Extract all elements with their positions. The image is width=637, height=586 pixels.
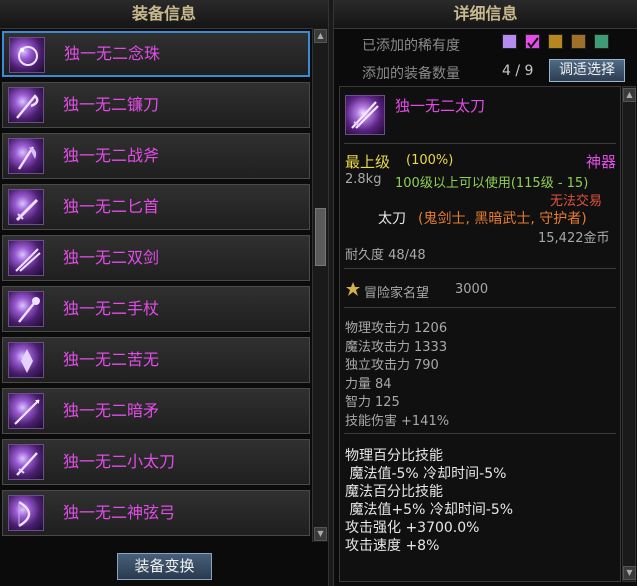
- effect-line: 攻击速度 +8%: [345, 538, 440, 554]
- list-item[interactable]: 独一无二小太刀: [2, 439, 310, 485]
- weapon-icon: [8, 189, 44, 225]
- list-item-label: 独一无二小太刀: [63, 452, 176, 471]
- added-count-value: 4 / 9: [502, 63, 534, 79]
- stat-name: 技能伤害: [345, 413, 398, 429]
- stat-value: 1206: [414, 321, 448, 336]
- weapon-icon: [8, 87, 44, 123]
- stat-value: 84: [375, 376, 392, 392]
- item-detail-tooltip: 独一无二太刀 最上级 (100%) 神器 2.8kg 100级以上可以使用(11…: [339, 86, 621, 582]
- stat-line: 力量 84: [345, 373, 449, 392]
- stat-line: 魔法攻击力 1333: [345, 336, 449, 355]
- detail-info-title: 详细信息: [334, 0, 637, 29]
- detail-scroll-up-icon[interactable]: ▲: [623, 88, 636, 102]
- weapon-icon: [8, 291, 44, 327]
- item-grade: 最上级: [345, 153, 391, 171]
- scroll-up-icon[interactable]: ▲: [314, 29, 327, 43]
- rarity-label: 已添加的稀有度: [362, 38, 460, 54]
- detail-scroll-down-icon[interactable]: ▼: [623, 566, 636, 580]
- rarity-swatch[interactable]: [548, 34, 563, 49]
- rarity-filter-row: 已添加的稀有度: [340, 30, 635, 58]
- adjust-selection-button[interactable]: 调适选择: [549, 59, 625, 82]
- list-item-label: 独一无二镰刀: [63, 95, 160, 114]
- list-item[interactable]: 独一无二手杖: [2, 286, 310, 332]
- list-item[interactable]: 独一无二神弦弓: [2, 490, 310, 536]
- list-scrollbar[interactable]: ▲ ▼: [312, 28, 328, 542]
- stat-name: 力量: [345, 376, 372, 392]
- rarity-swatch[interactable]: [502, 34, 517, 49]
- stat-name: 独立攻击力: [345, 358, 411, 373]
- list-item-label: 独一无二神弦弓: [63, 503, 176, 522]
- list-item-label: 独一无二苦无: [63, 350, 160, 369]
- item-classes: (鬼剑士, 黑暗武士, 守护者): [418, 211, 587, 227]
- effect-line: 物理百分比技能: [345, 448, 443, 464]
- item-grade-percent: (100%): [406, 153, 454, 168]
- equipment-info-title: 装备信息: [0, 0, 328, 29]
- list-item-label: 独一无二匕首: [63, 197, 160, 216]
- effect-line: 魔法值-5% 冷却时间-5%: [345, 466, 507, 482]
- item-rarity: 神器: [586, 153, 617, 171]
- list-item[interactable]: 独一无二暗矛: [2, 388, 310, 434]
- item-name: 独一无二太刀: [395, 97, 486, 115]
- stat-line: 智力 125: [345, 391, 449, 410]
- weapon-icon: [9, 37, 45, 73]
- panel-divider: [328, 0, 334, 586]
- list-item[interactable]: 独一无二念珠: [2, 31, 310, 77]
- effect-line: 攻击强化 +3700.0%: [345, 520, 480, 536]
- list-item-label: 独一无二战斧: [63, 146, 160, 165]
- detail-scrollbar[interactable]: ▲ ▼: [622, 86, 636, 582]
- weapon-icon: [8, 240, 44, 276]
- item-weight: 2.8kg: [345, 172, 382, 187]
- item-price: 15,422金币: [538, 231, 610, 246]
- stat-name: 智力: [345, 395, 372, 410]
- stat-value: +141%: [401, 413, 450, 429]
- item-durability: 耐久度 48/48: [345, 248, 426, 263]
- equipment-list: 独一无二念珠 独一无二镰刀 独一无二战斧 独一无二匕首 独一无二双剑 独一无二手杖 独一无二…: [0, 28, 312, 542]
- weapon-icon: [8, 444, 44, 480]
- equipment-swap-button[interactable]: 装备变换: [117, 553, 212, 580]
- item-weapon-type: 太刀: [378, 211, 406, 227]
- effect-line: 魔法值+5% 冷却时间-5%: [345, 502, 514, 518]
- item-stats: 物理攻击力 1206 魔法攻击力 1333 独立攻击力 790 力量 84 智力 125 技能伤害 +…: [345, 317, 449, 429]
- list-item[interactable]: 独一无二苦无: [2, 337, 310, 383]
- weapon-icon: [8, 342, 44, 378]
- separator: [344, 307, 616, 308]
- list-item[interactable]: 独一无二匕首: [2, 184, 310, 230]
- stat-line: 物理攻击力 1206: [345, 317, 449, 336]
- list-item[interactable]: 独一无二战斧: [2, 133, 310, 179]
- reputation-label: 冒险家名望: [364, 286, 430, 301]
- list-item[interactable]: 独一无二双剑: [2, 235, 310, 281]
- list-item-label: 独一无二念珠: [64, 44, 161, 63]
- effect-line: 魔法百分比技能: [345, 484, 443, 500]
- stat-value: 125: [375, 395, 400, 410]
- check-icon: [527, 37, 539, 49]
- list-item-label: 独一无二手杖: [63, 299, 160, 318]
- stat-name: 物理攻击力: [345, 321, 411, 336]
- stat-line: 技能伤害 +141%: [345, 410, 449, 429]
- separator: [344, 143, 616, 144]
- item-trade-status: 无法交易: [550, 194, 603, 209]
- weapon-icon: [8, 393, 44, 429]
- list-item[interactable]: 独一无二镰刀: [2, 82, 310, 128]
- reputation-icon: [345, 281, 361, 297]
- item-effects: 物理百分比技能 魔法值-5% 冷却时间-5% 魔法百分比技能 魔法值+5% 冷却时…: [345, 445, 514, 554]
- rarity-swatch[interactable]: [571, 34, 586, 49]
- weapon-icon: [8, 495, 44, 531]
- stat-value: 1333: [414, 339, 448, 355]
- stat-value: 790: [414, 358, 439, 373]
- reputation-value: 3000: [455, 282, 489, 297]
- added-count-label: 添加的装备数量: [362, 66, 460, 82]
- weapon-icon: [8, 138, 44, 174]
- separator: [344, 268, 616, 269]
- list-item-label: 独一无二暗矛: [63, 401, 160, 420]
- stat-name: 魔法攻击力: [345, 339, 411, 355]
- item-level-requirement: 100级以上可以使用(115级 - 15): [395, 176, 589, 191]
- rarity-swatch-checked[interactable]: [525, 34, 540, 49]
- stat-line: 独立攻击力 790: [345, 354, 449, 373]
- katana-icon: [345, 95, 385, 135]
- rarity-swatch[interactable]: [594, 34, 609, 49]
- list-item-label: 独一无二双剑: [63, 248, 160, 267]
- scroll-thumb[interactable]: [315, 208, 326, 266]
- separator: [344, 433, 616, 434]
- scroll-down-icon[interactable]: ▼: [314, 527, 327, 541]
